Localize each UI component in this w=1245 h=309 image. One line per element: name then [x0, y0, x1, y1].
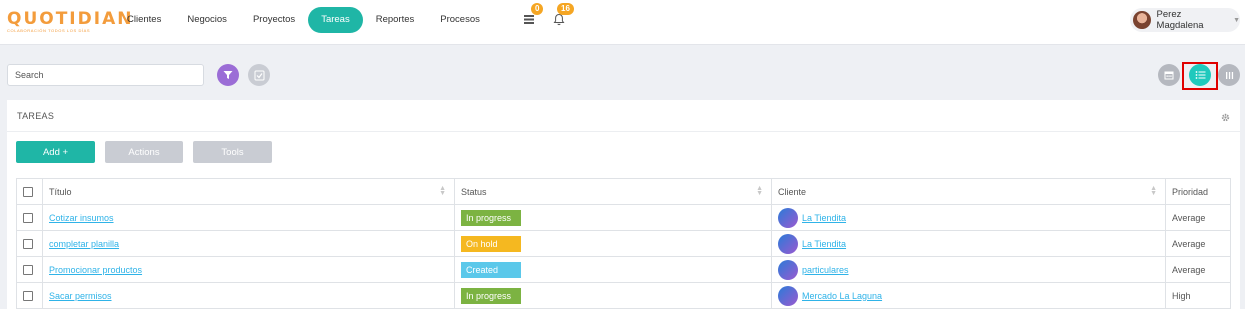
column-status-label: Status	[461, 186, 487, 197]
sort-icon[interactable]: ▲ ▼	[1150, 185, 1157, 197]
tasks-panel: TAREAS Add + Actions Tools Título ▲ ▼ Stat…	[7, 100, 1240, 309]
filter-icon	[223, 71, 233, 79]
panel-header: TAREAS	[7, 100, 1240, 132]
add-button[interactable]: Add +	[16, 141, 95, 163]
filter-button[interactable]	[217, 64, 239, 86]
status-badge: Created	[461, 261, 521, 278]
actions-button[interactable]: Actions	[105, 141, 183, 163]
priority-value: High	[1172, 290, 1191, 301]
nav-item-clientes[interactable]: Clientes	[114, 7, 174, 33]
column-header-priority[interactable]: Prioridad	[1165, 178, 1231, 205]
row-checkbox[interactable]	[23, 264, 33, 275]
column-priority-label: Prioridad	[1172, 186, 1209, 197]
sort-icon[interactable]: ▲ ▼	[756, 185, 763, 197]
table-row[interactable]: completar planilla On hold La Tiendita A…	[16, 230, 1231, 257]
avatar	[1133, 11, 1151, 29]
task-title-link[interactable]: Cotizar insumos	[49, 213, 114, 223]
nav-item-negocios[interactable]: Negocios	[174, 7, 240, 33]
row-checkbox[interactable]	[23, 290, 33, 301]
notifications-badge: 16	[557, 3, 574, 15]
column-header-title[interactable]: Título ▲ ▼	[42, 178, 455, 205]
nav-item-procesos[interactable]: Procesos	[427, 7, 493, 33]
tasks-count-badge: 0	[531, 3, 544, 15]
client-avatar	[778, 233, 798, 254]
search-input[interactable]	[7, 64, 204, 86]
nav-item-proyectos[interactable]: Proyectos	[240, 7, 308, 33]
client-link[interactable]: La Tiendita	[802, 213, 846, 223]
select-all-checkbox[interactable]	[23, 186, 33, 197]
row-checkbox[interactable]	[23, 238, 33, 249]
task-title-link[interactable]: Promocionar productos	[49, 265, 142, 275]
status-badge: In progress	[461, 287, 521, 304]
task-title-link[interactable]: Sacar permisos	[49, 291, 112, 301]
gear-icon[interactable]	[1221, 111, 1230, 125]
client-link[interactable]: Mercado La Laguna	[802, 291, 882, 301]
column-header-client[interactable]: Cliente ▲ ▼	[771, 178, 1166, 205]
column-client-label: Cliente	[778, 186, 807, 197]
kanban-view-button[interactable]	[1218, 64, 1240, 86]
select-all-button[interactable]	[248, 64, 270, 86]
client-link[interactable]: particulares	[802, 265, 849, 275]
list-view-highlight-box	[1182, 62, 1218, 90]
table-row[interactable]: Promocionar productos Created particular…	[16, 256, 1231, 283]
nav-item-reportes[interactable]: Reportes	[363, 7, 428, 33]
row-checkbox[interactable]	[23, 212, 33, 223]
client-avatar	[778, 285, 798, 306]
top-navbar: QUOTIDIAN COLABORACIÓN TODOS LOS DÍAS Cl…	[0, 0, 1245, 45]
table-row[interactable]: Cotizar insumos In progress La Tiendita …	[16, 204, 1231, 231]
task-title-link[interactable]: completar planilla	[49, 239, 119, 249]
chevron-down-icon: ▼	[1233, 16, 1240, 24]
column-header-status[interactable]: Status ▲ ▼	[454, 178, 772, 205]
tools-button[interactable]: Tools	[193, 141, 272, 163]
columns-icon	[1225, 71, 1233, 79]
sort-icon[interactable]: ▲ ▼	[439, 185, 446, 197]
calendar-icon	[1164, 71, 1174, 80]
table-header-row: Título ▲ ▼ Status ▲ ▼ Cliente ▲ ▼ Prioridad	[16, 178, 1231, 205]
client-avatar	[778, 259, 798, 280]
priority-value: Average	[1172, 264, 1206, 275]
tasks-table: Título ▲ ▼ Status ▲ ▼ Cliente ▲ ▼ Prioridad Co…	[16, 178, 1231, 309]
status-badge: On hold	[461, 235, 521, 252]
status-badge: In progress	[461, 209, 521, 226]
nav-item-tareas[interactable]: Tareas	[308, 7, 363, 33]
priority-value: Average	[1172, 238, 1206, 249]
select-all-cell[interactable]	[16, 178, 43, 205]
user-name: Perez Magdalena	[1156, 9, 1204, 31]
priority-value: Average	[1172, 212, 1206, 223]
client-avatar	[778, 207, 798, 228]
client-link[interactable]: La Tiendita	[802, 239, 846, 249]
user-menu[interactable]: Perez Magdalena ▼	[1130, 8, 1240, 32]
calendar-view-button[interactable]	[1158, 64, 1180, 86]
panel-title: TAREAS	[17, 111, 55, 121]
table-row[interactable]: Sacar permisos In progress Mercado La La…	[16, 282, 1231, 309]
checkbox-icon	[254, 70, 264, 80]
column-title-label: Título	[49, 186, 72, 197]
main-nav: Clientes Negocios Proyectos Tareas Repor…	[114, 7, 493, 33]
